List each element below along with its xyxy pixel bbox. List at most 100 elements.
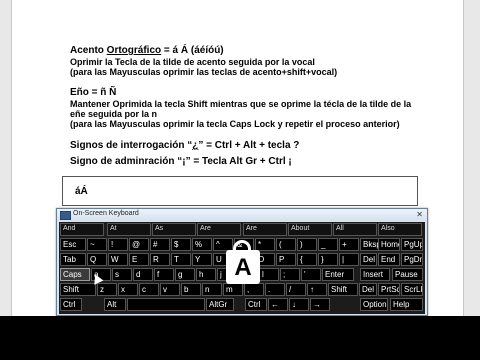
key-b[interactable]: b: [181, 283, 201, 296]
key-esc[interactable]: Esc: [60, 238, 86, 251]
heading-admiracion-a: Signo de adminración “: [70, 156, 183, 167]
key-z[interactable]: z: [97, 283, 117, 296]
key-symbol-3[interactable]: @: [129, 238, 149, 251]
typing-area[interactable]: áÁ: [62, 176, 418, 206]
key-caps[interactable]: Caps: [60, 268, 90, 281]
key-symbol-1[interactable]: ~: [87, 238, 107, 251]
key-scrlk[interactable]: ScrLk: [401, 283, 423, 296]
key-symbol-10[interactable]: (: [276, 238, 296, 251]
key-enter[interactable]: Enter: [322, 268, 354, 281]
key-e[interactable]: E: [129, 253, 149, 266]
typed-text: áÁ: [75, 186, 88, 197]
key-home[interactable]: Home: [378, 238, 400, 251]
key-c[interactable]: c: [139, 283, 159, 296]
key-shift[interactable]: Shift: [328, 283, 358, 296]
caps-lock-indicator: A: [226, 240, 260, 284]
key-del[interactable]: Del: [360, 253, 377, 266]
key-symbol-4[interactable]: #: [150, 238, 170, 251]
key-ctrl[interactable]: Ctrl: [245, 298, 267, 311]
key-symbol-8[interactable]: ,: [244, 283, 264, 296]
key-symbol-6[interactable]: ↓: [289, 298, 309, 311]
text-line-5: Mantener Oprimida la tecla Shift mientra…: [70, 99, 412, 109]
heading-admiracion: Signo de adminración “¡” = Tecla Alt Gr …: [70, 157, 292, 167]
key-space[interactable]: [127, 298, 205, 311]
key-d[interactable]: d: [133, 268, 153, 281]
text-line-2: Oprimir la Tecla de la tilde de acento s…: [70, 57, 315, 67]
key-r[interactable]: R: [150, 253, 170, 266]
key-s[interactable]: s: [112, 268, 132, 281]
screen: Acento Ortográfico = á Á (áéíóú) Oprimir…: [0, 0, 480, 360]
key-symbol-2[interactable]: !: [108, 238, 128, 251]
key-symbol-7[interactable]: →: [310, 298, 330, 311]
key-insert[interactable]: Insert: [360, 268, 390, 281]
key-pause[interactable]: Pause: [392, 268, 423, 281]
key-del[interactable]: Del: [359, 283, 377, 296]
window-left-edge: [0, 0, 12, 316]
heading-eno: Eño = ñ Ñ: [70, 87, 117, 98]
heading-interrogacion: Signos de interrogación “¿” = Ctrl + Alt…: [70, 141, 299, 151]
text-line-6: eñe seguida por la n: [70, 109, 158, 119]
heading-acento: Acento Ortográfico = á Á (áéíóú): [70, 46, 224, 56]
key-q[interactable]: Q: [87, 253, 107, 266]
key-about[interactable]: About: [288, 223, 332, 236]
key-options[interactable]: Options: [360, 298, 388, 311]
big-key-label: A: [234, 254, 252, 281]
key-symbol-11[interactable]: {: [297, 253, 317, 266]
heading-interrogacion-a: Signos de interrogación “: [70, 140, 193, 151]
key-and[interactable]: And: [60, 223, 104, 236]
window-right-edge: [463, 0, 480, 316]
key-also[interactable]: Also: [378, 223, 422, 236]
key-h[interactable]: h: [196, 268, 216, 281]
keyboard-icon: [60, 211, 71, 220]
key-symbol-5[interactable]: $: [171, 238, 191, 251]
key-altgr[interactable]: AltGr: [206, 298, 234, 311]
key-are[interactable]: Are: [243, 223, 287, 236]
key-pgup[interactable]: PgUp: [401, 238, 423, 251]
key-symbol-5[interactable]: ←: [268, 298, 288, 311]
key-are[interactable]: Are: [197, 223, 241, 236]
key-symbol-12[interactable]: _: [318, 238, 338, 251]
key-v[interactable]: v: [160, 283, 180, 296]
key-symbol-13[interactable]: +: [339, 238, 359, 251]
key-symbol-10[interactable]: /: [286, 283, 306, 296]
key-symbol-11[interactable]: ↑: [307, 283, 327, 296]
key-t[interactable]: T: [171, 253, 191, 266]
key-symbol-10[interactable]: ;: [280, 268, 300, 281]
key-end[interactable]: End: [378, 253, 400, 266]
key-shift[interactable]: Shift: [60, 283, 96, 296]
key-prtscn[interactable]: PrtScn: [378, 283, 400, 296]
key-help[interactable]: Help: [390, 298, 423, 311]
osk-title: On-Screen Keyboard: [73, 210, 139, 217]
text-line-3: (para las Mayusculas oprimir las teclas …: [70, 67, 338, 77]
big-key-box: A: [226, 250, 260, 284]
key-ctrl[interactable]: Ctrl: [60, 298, 82, 311]
heading-acento-b: Ortográfico: [106, 45, 162, 56]
heading-admiracion-c: ” = Tecla Alt Gr + Ctrl ¡: [185, 156, 292, 167]
key-pgdn[interactable]: PgDn: [401, 253, 423, 266]
text-line-7: (para las Mayusculas oprimir la tecla Ca…: [70, 119, 400, 129]
key-m[interactable]: m: [223, 283, 243, 296]
key-w[interactable]: W: [108, 253, 128, 266]
key-alt[interactable]: Alt: [104, 298, 126, 311]
key-l[interactable]: l: [259, 268, 279, 281]
key-p[interactable]: P: [276, 253, 296, 266]
key-n[interactable]: n: [202, 283, 222, 296]
heading-acento-c: = á Á (áéíóú): [161, 45, 224, 56]
key-all[interactable]: All: [333, 223, 377, 236]
key-tab[interactable]: Tab: [60, 253, 86, 266]
key-symbol-6[interactable]: %: [192, 238, 212, 251]
close-button[interactable]: ✕: [416, 210, 423, 219]
key-symbol-13[interactable]: |: [339, 253, 359, 266]
key-at[interactable]: At: [107, 223, 151, 236]
osk-title-bar[interactable]: On-Screen Keyboard ✕: [57, 209, 427, 221]
key-symbol-9[interactable]: .: [265, 283, 285, 296]
key-symbol-12[interactable]: }: [318, 253, 338, 266]
key-y[interactable]: Y: [192, 253, 212, 266]
key-f[interactable]: f: [154, 268, 174, 281]
heading-interrogacion-c: ” = Ctrl + Alt + tecla ?: [198, 140, 300, 151]
key-x[interactable]: x: [118, 283, 138, 296]
key-g[interactable]: g: [175, 268, 195, 281]
key-symbol-11[interactable]: ): [297, 238, 317, 251]
key-as[interactable]: As: [152, 223, 196, 236]
key-symbol-11[interactable]: ': [301, 268, 321, 281]
